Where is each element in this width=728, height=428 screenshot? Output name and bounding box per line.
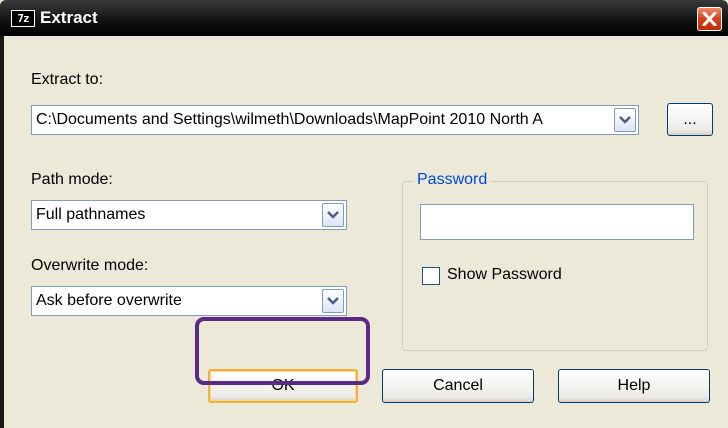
show-password-label[interactable]: Show Password: [447, 266, 562, 284]
cancel-button[interactable]: Cancel: [382, 369, 534, 403]
password-group-label: Password: [413, 171, 492, 189]
overwrite-mode-label: Overwrite mode:: [31, 257, 149, 274]
password-input[interactable]: [420, 204, 694, 240]
overwrite-mode-value[interactable]: Ask before overwrite: [36, 292, 316, 310]
chevron-down-icon: [619, 116, 631, 124]
path-mode-value[interactable]: Full pathnames: [36, 206, 316, 224]
path-mode-select[interactable]: Full pathnames: [31, 200, 347, 230]
extract-dialog: 7z Extract Extract to: C:\Documents and …: [0, 0, 728, 428]
show-password-checkbox[interactable]: [422, 267, 440, 285]
overwrite-mode-dropdown-button[interactable]: [322, 289, 344, 313]
chevron-down-icon: [327, 297, 339, 305]
app-icon: 7z: [11, 10, 35, 27]
close-button[interactable]: [697, 7, 722, 31]
browse-button[interactable]: ...: [667, 103, 713, 136]
overwrite-mode-select[interactable]: Ask before overwrite: [31, 286, 347, 316]
window-title: Extract: [40, 8, 98, 27]
path-mode-label: Path mode:: [31, 171, 113, 188]
extract-to-label: Extract to:: [31, 71, 104, 88]
path-mode-dropdown-button[interactable]: [322, 203, 344, 227]
extract-to-dropdown-button[interactable]: [614, 108, 636, 132]
chevron-down-icon: [327, 211, 339, 219]
extract-to-combobox[interactable]: C:\Documents and Settings\wilmeth\Downlo…: [31, 105, 639, 135]
help-button[interactable]: Help: [558, 369, 710, 403]
extract-to-value[interactable]: C:\Documents and Settings\wilmeth\Downlo…: [36, 111, 610, 129]
close-icon: [702, 12, 717, 26]
title-bar[interactable]: 7z Extract: [0, 0, 728, 36]
ok-button-highlight: [195, 317, 370, 385]
